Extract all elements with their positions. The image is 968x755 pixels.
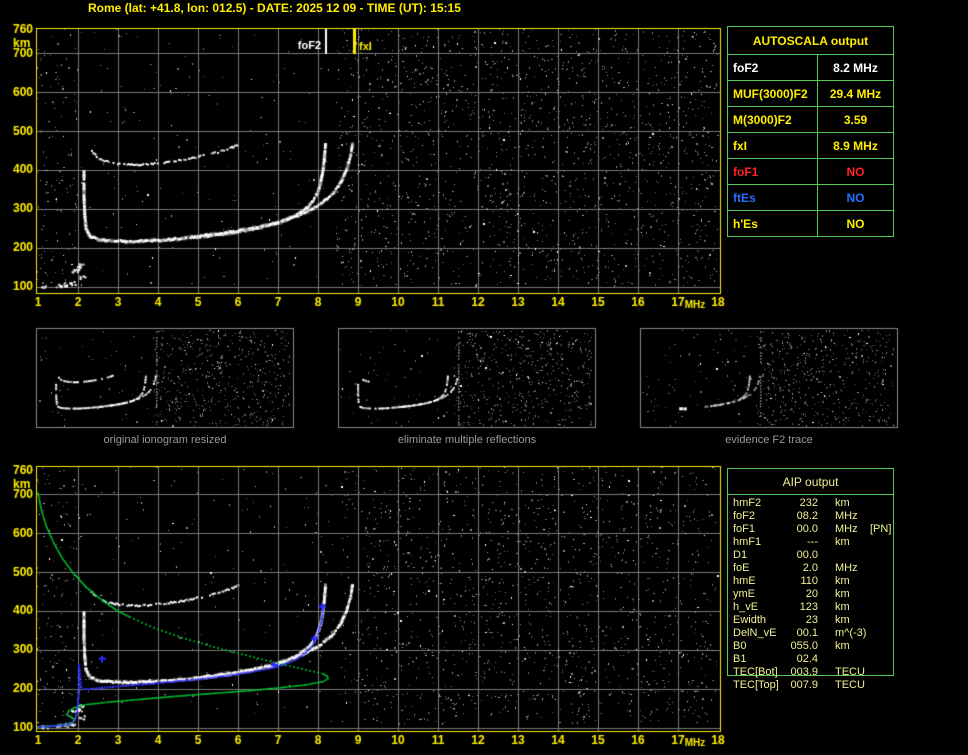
parameter-value: 8.9 MHz xyxy=(833,138,878,153)
parameter-value: NO xyxy=(846,190,865,205)
parameter-value: NO xyxy=(846,164,865,179)
parameter-label: foF2 xyxy=(728,55,818,80)
autoscala-row-muf3000f2: MUF(3000)F2 29.4 MHz xyxy=(728,81,893,107)
parameter-label: foF1 xyxy=(728,159,818,184)
caption-evidence-f2: evidence F2 trace xyxy=(725,434,813,446)
parameter-value: 29.4 MHz xyxy=(829,86,882,101)
autoscala-row-ftes: ftEs NO xyxy=(728,185,893,211)
autoscala-row-fxi: fxI 8.9 MHz xyxy=(728,133,893,159)
autoscala-row-fof1: foF1 NO xyxy=(728,159,893,185)
caption-eliminate-reflections: eliminate multiple reflections xyxy=(397,434,537,446)
parameter-value: 3.59 xyxy=(843,112,868,127)
parameter-label: h'Es xyxy=(728,211,818,236)
aip-output-box: AIP output xyxy=(727,468,894,676)
autoscala-row-fof2: foF2 8.2 MHz xyxy=(728,55,893,81)
autoscala-output-screen: { "title": "Rome (lat: +41.8, lon: 012.5… xyxy=(0,0,968,755)
parameter-label: ftEs xyxy=(728,185,818,210)
station-title: Rome (lat: +41.8, lon: 012.5) - DATE: 20… xyxy=(88,1,461,15)
parameter-value: 8.2 MHz xyxy=(833,60,878,75)
autoscala-row-hes: h'Es NO xyxy=(728,211,893,236)
autoscala-row-m3000f2: M(3000)F2 3.59 xyxy=(728,107,893,133)
aip-table-header: AIP output xyxy=(728,469,893,495)
parameter-label: M(3000)F2 xyxy=(728,107,818,132)
parameter-label: fxI xyxy=(728,133,818,158)
parameter-value: NO xyxy=(846,216,865,231)
caption-original-ionogram: original ionogram resized xyxy=(103,434,227,446)
parameter-label: MUF(3000)F2 xyxy=(728,81,818,106)
autoscala-output-table: AUTOSCALA output foF2 8.2 MHz MUF(3000)F2 2… xyxy=(727,26,894,237)
autoscala-table-header: AUTOSCALA output xyxy=(728,27,893,55)
